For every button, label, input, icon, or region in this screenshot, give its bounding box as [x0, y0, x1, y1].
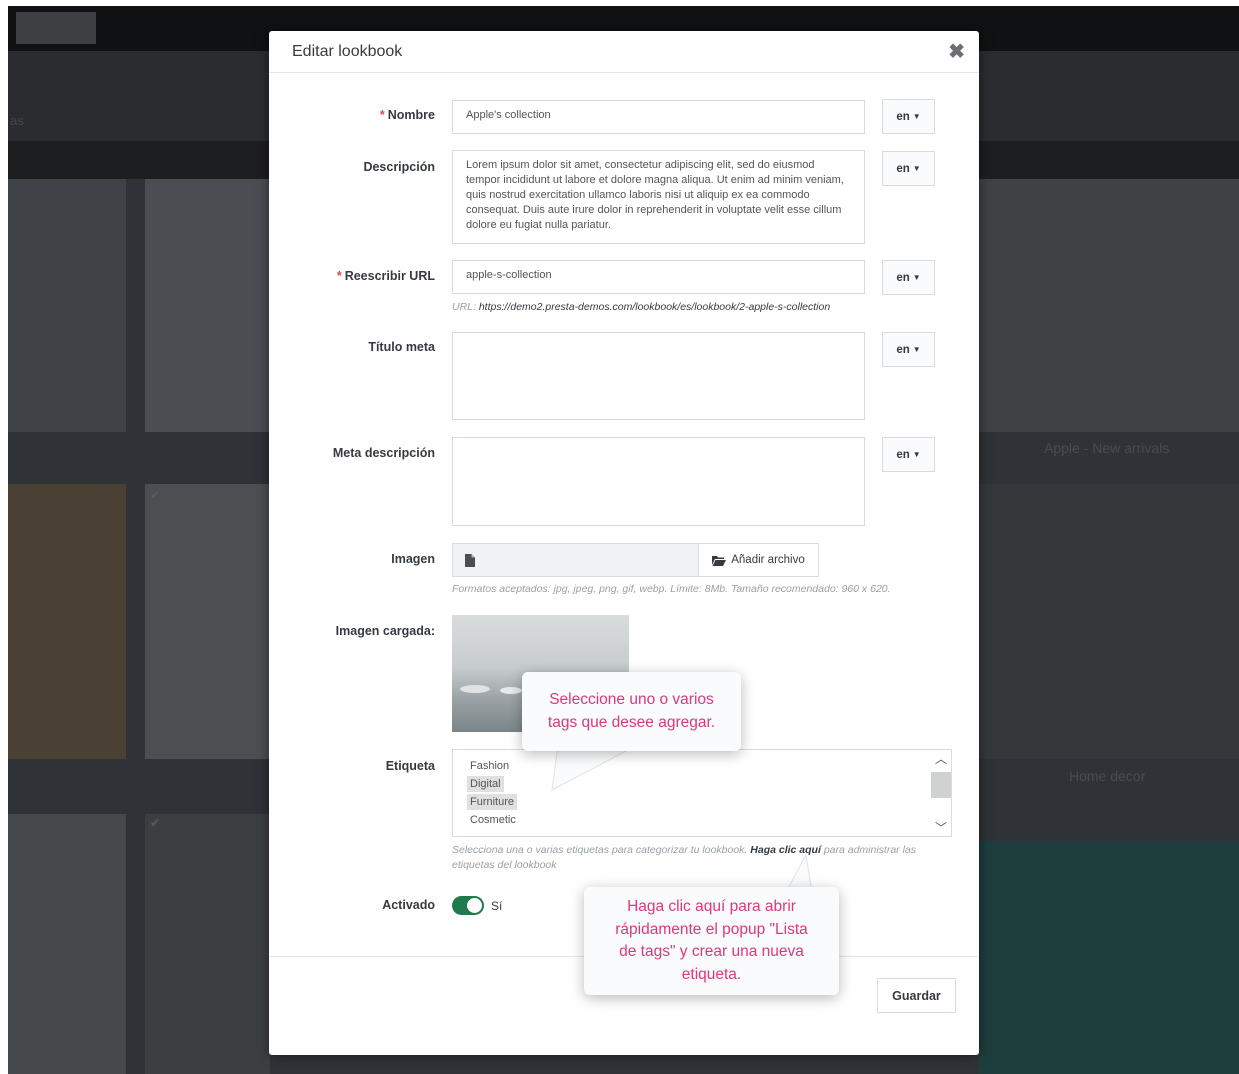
tag-option-text: Digital [467, 776, 504, 792]
modal-header: Editar lookbook ✖ [269, 31, 979, 73]
background-tile [8, 179, 126, 432]
nombre-value: Apple's collection [466, 109, 551, 121]
popup-callout-line: Haga clic aquí para abrir [627, 898, 796, 915]
tag-list-scrollbar[interactable]: ︿ ﹀ [931, 750, 951, 836]
background-tile-caption: Apple - New arrivals [1044, 440, 1170, 456]
tags-callout-line: tags que desee agregar. [547, 713, 716, 731]
background-check-icon: ✔ [150, 488, 161, 502]
etiqueta-help-after: para administrar las [823, 844, 917, 856]
file-name-display [487, 544, 698, 576]
lang-code: en [896, 343, 910, 356]
chevron-down-icon[interactable]: ﹀ [935, 819, 947, 836]
chevron-up-icon[interactable]: ︿ [935, 750, 947, 767]
meta-descripcion-label: Meta descripción [332, 446, 435, 460]
background-tile-caption: Home decor [1069, 768, 1146, 784]
required-mark: * [336, 269, 342, 283]
imagen-cargada-label: Imagen cargada: [335, 624, 435, 638]
descripcion-lang-dropdown[interactable]: en ▼ [882, 151, 935, 186]
etiqueta-help-before: Selecciona una o varias etiquetas para c… [452, 844, 748, 856]
background-text-fragment: as [10, 113, 24, 128]
url-input[interactable]: apple-s-collection [452, 260, 865, 294]
tag-option-text: Cosmetic [470, 814, 516, 826]
lang-code: en [896, 162, 910, 175]
url-help: URL: https://demo2.presta-demos.com/look… [452, 301, 830, 313]
tags-callout-line: Seleccione uno o varios [549, 691, 714, 708]
url-label-text: Reescribir URL [344, 269, 435, 283]
scrollbar-thumb[interactable] [931, 772, 951, 798]
caret-down-icon: ▼ [912, 273, 921, 282]
tag-option[interactable]: Fashion [453, 757, 951, 775]
url-help-prefix: URL: [452, 301, 479, 313]
background-tile [979, 179, 1239, 432]
close-icon[interactable]: ✖ [948, 39, 965, 64]
popup-callout-line: etiqueta. [681, 965, 742, 983]
tags-callout: Seleccione uno o varios tags que desee ag… [522, 672, 741, 751]
save-button[interactable]: Guardar [877, 978, 956, 1013]
background-check-icon: ✔ [150, 816, 161, 830]
titulo-meta-lang-dropdown[interactable]: en ▼ [882, 332, 935, 367]
imagen-help: Formatos aceptados: jpg, jpeg, png, gif,… [452, 583, 891, 595]
url-label: * Reescribir URL [337, 269, 435, 283]
lang-code: en [896, 448, 910, 461]
lang-code: en [896, 271, 910, 284]
caret-down-icon: ▼ [912, 112, 921, 121]
descripcion-label: Descripción [363, 160, 435, 174]
background-logo [16, 12, 96, 44]
etiqueta-help: Selecciona una o varias etiquetas para c… [452, 844, 916, 856]
add-file-button[interactable]: Añadir archivo [698, 544, 818, 576]
file-icon [453, 544, 487, 576]
background-tile [979, 484, 1239, 759]
tag-option[interactable]: Digital [453, 775, 951, 793]
toggle-knob [467, 898, 482, 913]
image-stone [460, 685, 490, 693]
imagen-label: Imagen [391, 552, 435, 566]
background-tile [145, 814, 270, 1074]
nombre-lang-dropdown[interactable]: en ▼ [882, 99, 935, 134]
tag-option[interactable]: Furniture [453, 793, 951, 811]
nombre-input[interactable]: Apple's collection [452, 100, 865, 134]
caret-down-icon: ▼ [912, 450, 921, 459]
background-tile [8, 484, 126, 759]
url-lang-dropdown[interactable]: en ▼ [882, 260, 935, 295]
popup-callout: Haga clic aquí para abrir rápidamente el … [584, 887, 839, 995]
activado-label: Activado [382, 898, 435, 912]
background-tile [8, 814, 126, 1074]
url-value: apple-s-collection [466, 269, 552, 281]
caret-down-icon: ▼ [912, 164, 921, 173]
meta-descripcion-lang-dropdown[interactable]: en ▼ [882, 437, 935, 472]
image-stone [500, 687, 522, 694]
meta-descripcion-textarea[interactable] [452, 437, 865, 526]
background-tile [979, 841, 1239, 1074]
titulo-meta-label: Título meta [368, 340, 435, 354]
background-tile [145, 179, 270, 432]
tag-option[interactable]: Cosmetic [453, 811, 951, 829]
url-preview-link[interactable]: https://demo2.presta-demos.com/lookbook/… [479, 301, 830, 313]
nombre-label-text: Nombre [387, 108, 435, 122]
modal-title: Editar lookbook [292, 43, 403, 60]
etiqueta-label: Etiqueta [385, 759, 435, 773]
titulo-meta-textarea[interactable] [452, 332, 865, 420]
caret-down-icon: ▼ [912, 345, 921, 354]
image-file-input[interactable]: Añadir archivo [452, 543, 819, 577]
activado-value: Sí [491, 899, 503, 913]
nombre-label: * Nombre [380, 108, 435, 122]
add-file-label: Añadir archivo [731, 554, 805, 566]
background-tile [145, 484, 270, 759]
etiqueta-help-line2: etiquetas del lookbook [452, 859, 557, 871]
lang-code: en [896, 110, 910, 123]
popup-callout-line: rápidamente el popup "Lista [615, 920, 808, 938]
descripcion-value: Lorem ipsum dolor sit amet, consectetur … [466, 159, 844, 231]
folder-open-icon [712, 555, 727, 566]
manage-tags-link[interactable]: Haga clic aquí [750, 844, 821, 856]
required-mark: * [379, 108, 385, 122]
descripcion-textarea[interactable]: Lorem ipsum dolor sit amet, consectetur … [452, 150, 865, 244]
activado-toggle[interactable] [452, 896, 484, 915]
popup-callout-line: de tags" y crear una nueva [619, 943, 804, 960]
tag-option-text: Fashion [470, 760, 510, 772]
tag-option-text: Furniture [467, 794, 518, 810]
tag-multiselect[interactable]: Fashion Digital Furniture Cosmetic ︿ ﹀ [452, 749, 952, 837]
